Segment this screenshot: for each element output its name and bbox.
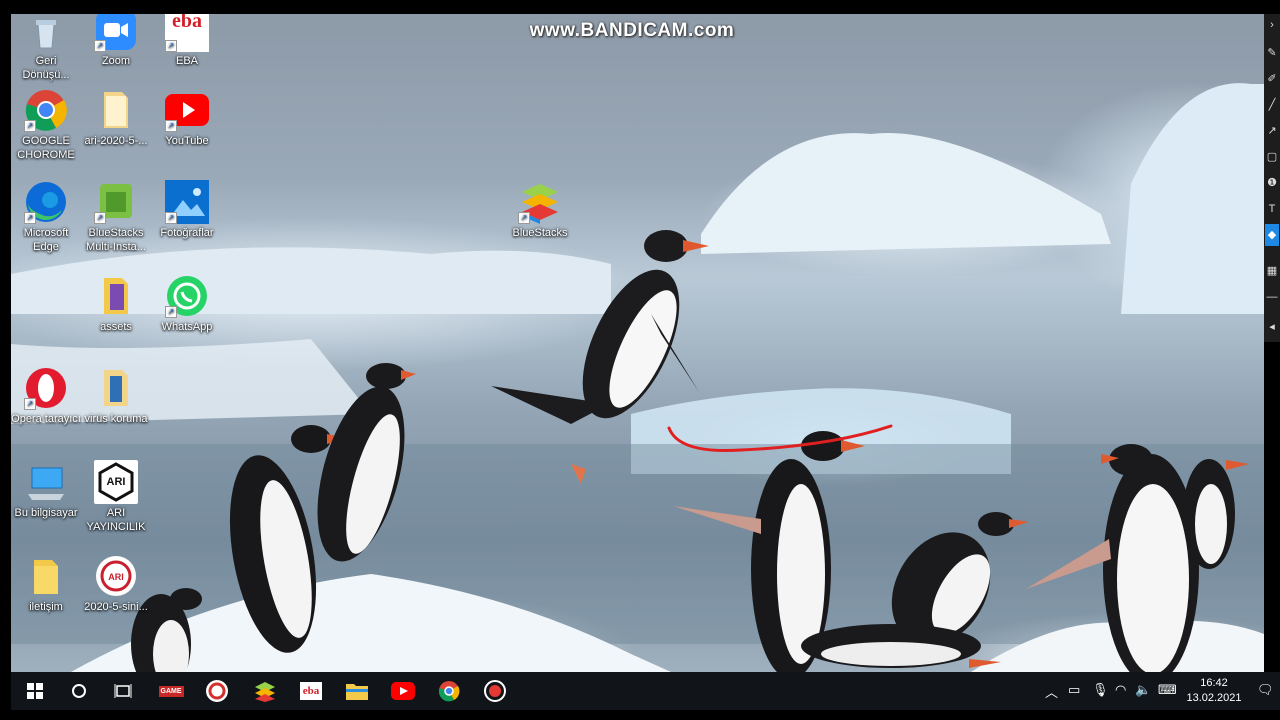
desktop-icon-label: 2020-5-sini... xyxy=(84,601,148,613)
clock-time: 16:42 xyxy=(1200,677,1228,689)
file-explorer-icon[interactable] xyxy=(343,678,371,704)
rectangle-icon[interactable]: ▢ xyxy=(1265,146,1279,168)
start-icon[interactable] xyxy=(21,678,49,704)
desktop-icon-label: Microsoft Edge xyxy=(23,227,69,253)
desktop-icon-label: assets xyxy=(100,321,132,333)
red-app-icon[interactable] xyxy=(203,678,231,704)
ari-red-icon: ARI xyxy=(94,554,138,598)
eba-taskbar-text: eba xyxy=(299,682,323,700)
desktop-icon-label: Geri Dönüşü... xyxy=(22,55,70,81)
folder-icon xyxy=(94,274,138,318)
computer-icon xyxy=(24,460,68,504)
desktop-icon-label: iletişim xyxy=(29,601,63,613)
shortcut-arrow-icon: ↗ xyxy=(94,212,106,224)
folder-icon xyxy=(94,366,138,410)
desktop-icon-label: WhatsApp xyxy=(161,321,213,333)
collapse-icon[interactable]: ◂ xyxy=(1265,316,1279,338)
chrome-icon: ↗ xyxy=(24,88,68,132)
folder-icon xyxy=(24,554,68,598)
shortcut-arrow-icon: ↗ xyxy=(165,212,177,224)
clock-date: 13.02.2021 xyxy=(1186,692,1242,704)
photos-icon: ↗ xyxy=(165,180,209,224)
desktop-icon-label: virüs koruma xyxy=(84,413,148,425)
ari-logo-text: ARI xyxy=(106,476,126,488)
shortcut-arrow-icon: ↗ xyxy=(165,306,177,318)
desktop-icon-label: Zoom xyxy=(101,55,131,67)
shortcut-arrow-icon: ↗ xyxy=(24,212,36,224)
desktop-icon-label: Bu bilgisayar xyxy=(14,507,78,519)
desktop-icon-chrome[interactable]: ↗ GOOGLE CHOROME xyxy=(11,88,81,162)
whatsapp-icon: ↗ xyxy=(165,274,209,318)
desktop-icon-assets[interactable]: assets xyxy=(81,274,151,334)
desktop-icon-ari-yayincilik[interactable]: ARI ARI YAYINCILIK xyxy=(81,460,151,534)
desktop-icon-bluestacks-multi[interactable]: ↗ BlueStacks Multi-Insta... xyxy=(81,180,151,254)
battery-icon[interactable]: ▭ xyxy=(1068,682,1080,698)
ari-red-logo-text: ARI xyxy=(108,572,124,582)
bluestacks-icon[interactable] xyxy=(251,678,279,704)
ari-icon: ARI xyxy=(94,460,138,504)
bandicam-watermark: www.BANDICAM.com xyxy=(529,20,735,41)
counter-icon[interactable]: ❶ xyxy=(1265,172,1279,194)
bluestacks-icon: ↗ xyxy=(518,180,562,224)
desktop[interactable]: Geri Dönüşü... ↗ GOOGLE CHOROME ↗ Micros… xyxy=(11,14,1264,672)
shortcut-arrow-icon: ↗ xyxy=(24,120,36,132)
grid-icon[interactable]: ▦ xyxy=(1265,260,1279,282)
marker-icon[interactable]: ✐ xyxy=(1265,68,1279,90)
desktop-icon-label: BlueStacks xyxy=(512,227,568,239)
microphone-icon[interactable]: 🎙 xyxy=(1092,682,1109,698)
opera-icon: ↗ xyxy=(24,366,68,410)
pen-icon[interactable]: ✎ xyxy=(1265,42,1279,64)
desktop-icon-virus-koruma[interactable]: virüs koruma xyxy=(81,366,151,426)
youtube-icon: ↗ xyxy=(165,88,209,132)
desktop-icon-label: GOOGLE CHOROME xyxy=(17,135,75,161)
desktop-icon-photos[interactable]: ↗ Fotoğraflar xyxy=(152,180,222,240)
desktop-icon-label: EBA xyxy=(175,55,198,67)
desktop-icon-label: YouTube xyxy=(165,135,209,147)
chrome-icon[interactable] xyxy=(435,678,463,704)
game-text: GAME xyxy=(158,685,184,697)
shortcut-arrow-icon: ↗ xyxy=(165,120,177,132)
desktop-icon-whatsapp[interactable]: ↗ WhatsApp xyxy=(152,274,222,334)
clock[interactable]: 16:42 13.02.2021 xyxy=(1184,676,1244,706)
desktop-icon-2020-5-sinif[interactable]: ARI 2020-5-sini... xyxy=(81,554,151,614)
search-icon[interactable] xyxy=(65,678,93,704)
desktop-icon-label: ari-2020-5-... xyxy=(84,135,148,147)
minus-icon[interactable]: — xyxy=(1265,286,1279,308)
desktop-icon-youtube[interactable]: ↗ YouTube xyxy=(152,88,222,148)
desktop-icon-edge[interactable]: ↗ Microsoft Edge xyxy=(11,180,81,254)
shortcut-arrow-icon: ↗ xyxy=(518,212,530,224)
text-icon[interactable]: T xyxy=(1265,198,1279,220)
bluestacks-multi-icon: ↗ xyxy=(94,180,138,224)
desktop-icon-label: ARI YAYINCILIK xyxy=(86,507,146,533)
game-icon[interactable]: GAME xyxy=(157,678,185,704)
desktop-icon-bluestacks[interactable]: ↗ BlueStacks xyxy=(505,180,575,240)
arrow-icon[interactable]: ↗ xyxy=(1265,120,1279,142)
eba-icon[interactable]: eba xyxy=(297,678,325,704)
line-icon[interactable]: ╱ xyxy=(1265,94,1279,116)
arrow-right-icon[interactable]: › xyxy=(1265,14,1279,36)
record-icon[interactable] xyxy=(481,678,509,704)
task-view-icon[interactable] xyxy=(109,678,137,704)
desktop-icon-this-pc[interactable]: Bu bilgisayar xyxy=(11,460,81,520)
drawing-toolbar: › ✎ ✐ ╱ ↗ ▢ ❶ T ◆ ▦ — ◂ xyxy=(1264,14,1280,342)
desktop-icon-opera[interactable]: ↗ Opera tarayıcı xyxy=(11,366,81,426)
volume-icon[interactable]: 🔈 xyxy=(1135,682,1151,698)
keyboard-icon[interactable]: ⌨ xyxy=(1158,682,1177,698)
notification-icon[interactable]: 🗨 xyxy=(1257,682,1274,698)
desktop-icon-ari-folder[interactable]: ari-2020-5-... xyxy=(81,88,151,148)
edge-icon: ↗ xyxy=(24,180,68,224)
desktop-icon-label: Opera tarayıcı xyxy=(11,413,81,425)
desktop-icon-label: Fotoğraflar xyxy=(160,227,214,239)
folder-icon xyxy=(94,88,138,132)
desktop-icon-label: BlueStacks Multi-Insta... xyxy=(86,227,146,253)
eraser-icon[interactable]: ◆ xyxy=(1265,224,1279,246)
desktop-icon-iletisim[interactable]: iletişim xyxy=(11,554,81,614)
youtube-icon[interactable] xyxy=(389,678,417,704)
chevron-up-icon[interactable]: ︿ xyxy=(1045,682,1058,701)
taskbar: GAME eba ︿ ▭ 🎙 ◠ 🔈 ⌨ 16:42 13.02.2021 🗨 xyxy=(11,672,1280,710)
wifi-icon[interactable]: ◠ xyxy=(1115,682,1126,698)
shortcut-arrow-icon: ↗ xyxy=(24,398,36,410)
